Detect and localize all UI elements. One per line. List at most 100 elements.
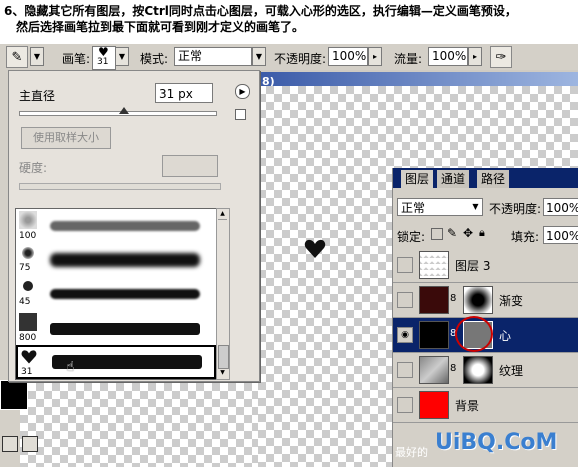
diameter-slider[interactable]	[19, 111, 217, 116]
layer-mask-thumbnail	[463, 286, 493, 314]
document-canvas-left[interactable]	[20, 375, 258, 467]
scroll-down-arrow[interactable]: ▼	[218, 369, 227, 378]
visibility-toggle[interactable]	[397, 362, 413, 378]
foreground-color-swatch[interactable]	[0, 380, 28, 410]
brush-preset-100[interactable]: 100	[16, 209, 216, 243]
brush-preset-31-heart[interactable]: 31 ☝	[16, 345, 216, 379]
tab-paths[interactable]: 路径	[477, 170, 510, 188]
cursor-hand-icon: ☝	[66, 359, 75, 375]
hardness-slider[interactable]	[19, 183, 221, 190]
lock-transparent-button[interactable]	[431, 228, 443, 240]
visibility-toggle[interactable]	[397, 292, 413, 308]
lock-icon[interactable]: 🔒︎	[479, 226, 485, 240]
watermark: 最好的 UiBQ.CoM	[395, 428, 578, 467]
opacity-label: 不透明度:	[274, 52, 327, 66]
standard-mode-button[interactable]	[2, 436, 18, 452]
diameter-slider-thumb[interactable]	[119, 107, 129, 114]
brush-size-label: 31	[97, 57, 109, 67]
mode-dropdown[interactable]: ▼	[252, 47, 266, 66]
layer-row-gradient[interactable]: 8 渐变	[393, 283, 578, 318]
brush-preset-list: 100 75 45 800 31 ☝	[15, 208, 217, 380]
brush-tool-preset-button[interactable]: ✎	[6, 46, 28, 68]
tab-layers[interactable]: 图层	[401, 170, 434, 188]
brush-preview[interactable]: ♥ 31	[92, 45, 116, 70]
layer-row-background[interactable]: 背景	[393, 388, 578, 423]
brush-thumbnail	[19, 313, 37, 331]
scroll-up-arrow[interactable]: ▲	[218, 210, 227, 220]
mode-label: 模式:	[140, 52, 169, 66]
brush-picker-dropdown[interactable]: ▼	[115, 47, 129, 66]
brush-stroke-preview	[50, 323, 200, 335]
popup-menu-button[interactable]: ▶	[235, 84, 250, 99]
layers-panel: 图层 通道 路径 正常 ▼ 不透明度: 100% 锁定: ✎ ✥ 🔒︎ 填充: …	[392, 168, 578, 467]
lock-pixels-button[interactable]: ✎	[447, 226, 457, 240]
diameter-input[interactable]: 31 px	[155, 83, 213, 103]
tool-preset-dropdown[interactable]: ▼	[30, 47, 44, 66]
brush-preset-800[interactable]: 800	[16, 311, 216, 345]
brush-thumbnail	[19, 211, 37, 229]
lock-label: 锁定:	[397, 230, 426, 244]
watermark-subtext: 最好的	[395, 446, 428, 459]
brush-list-scrollbar[interactable]: ▲ ▼	[216, 208, 230, 380]
opacity-input[interactable]: 100%	[328, 47, 368, 66]
brush-picker-popup: 主直径 31 px ▶ 使用取样大小 硬度: 100 75 45 800 31 …	[8, 70, 260, 382]
layer-mask-thumbnail	[463, 356, 493, 384]
layer-name: 心	[499, 329, 512, 343]
brush-size: 31	[21, 367, 33, 377]
fill-label: 填充:	[511, 230, 540, 244]
blend-mode-dropdown[interactable]: ▼	[469, 199, 482, 215]
fill-input[interactable]: 100%	[543, 226, 578, 244]
layer-thumbnail	[419, 251, 449, 279]
highlight-circle	[455, 316, 493, 352]
hardness-label: 硬度:	[19, 161, 48, 175]
layer-name: 图层 3	[455, 259, 491, 273]
layer-opacity-label: 不透明度:	[489, 202, 542, 216]
flow-dropdown[interactable]: ▸	[468, 47, 482, 66]
watermark-logo-text: UiBQ.CoM	[435, 430, 558, 455]
brush-size: 45	[19, 297, 31, 307]
lock-position-button[interactable]: ✥	[463, 226, 473, 240]
brush-size: 100	[19, 231, 37, 241]
visibility-toggle[interactable]	[397, 257, 413, 273]
layer-thumbnail	[419, 356, 449, 384]
layer-thumbnail	[419, 391, 449, 419]
instruction-line-1: 6、隐藏其它所有图层，按Ctrl同时点击心图层，可载入心形的选区，执行编辑—定义…	[4, 4, 517, 18]
options-bar: ✎ ▼ 画笔: ♥ 31 ▼ 模式: 正常 ▼ 不透明度: 100% ▸ 流量:…	[0, 44, 578, 71]
layer-row-heart[interactable]: ◉ 8 心	[393, 316, 578, 353]
heart-icon	[21, 350, 37, 364]
layer-row-texture[interactable]: 8 纹理	[393, 353, 578, 388]
diameter-label: 主直径	[19, 89, 56, 103]
visibility-toggle[interactable]: ◉	[397, 327, 413, 343]
layer-name: 渐变	[499, 294, 524, 308]
visibility-toggle[interactable]	[397, 397, 413, 413]
brush-preset-75[interactable]: 75	[16, 243, 216, 277]
brush-stroke-preview	[50, 221, 200, 231]
layer-name: 纹理	[499, 364, 524, 378]
brush-thumbnail	[23, 281, 33, 291]
instruction-header: 6、隐藏其它所有图层，按Ctrl同时点击心图层，可载入心形的选区，执行编辑—定义…	[0, 0, 578, 44]
brush-size: 800	[19, 333, 37, 343]
layer-name: 背景	[455, 399, 480, 413]
brush-icon: ✎	[11, 49, 23, 65]
use-sample-size-button[interactable]: 使用取样大小	[21, 127, 111, 149]
hardness-input[interactable]	[162, 155, 218, 177]
layer-thumbnail	[419, 321, 449, 349]
flow-input[interactable]: 100%	[428, 47, 468, 66]
new-brush-button[interactable]	[235, 109, 246, 120]
tab-channels[interactable]: 通道	[437, 170, 470, 188]
airbrush-button[interactable]: ✑	[490, 46, 512, 68]
quick-mask-button[interactable]	[22, 436, 38, 452]
opacity-dropdown[interactable]: ▸	[368, 47, 382, 66]
menu-arrow-icon: ▶	[239, 87, 246, 96]
brush-preset-45[interactable]: 45	[16, 277, 216, 311]
layers-panel-tabs: 图层 通道 路径	[393, 168, 578, 188]
flow-label: 流量:	[394, 52, 423, 66]
scroll-thumb[interactable]	[218, 345, 229, 369]
heart-shape	[304, 239, 326, 258]
layer-opacity-input[interactable]: 100%	[543, 198, 578, 216]
mode-select[interactable]: 正常	[174, 47, 252, 66]
brush-stroke-preview	[50, 289, 200, 299]
layer-row-layer3[interactable]: 图层 3	[393, 248, 578, 283]
link-icon: 8	[450, 363, 457, 374]
eye-icon: ◉	[401, 330, 409, 340]
